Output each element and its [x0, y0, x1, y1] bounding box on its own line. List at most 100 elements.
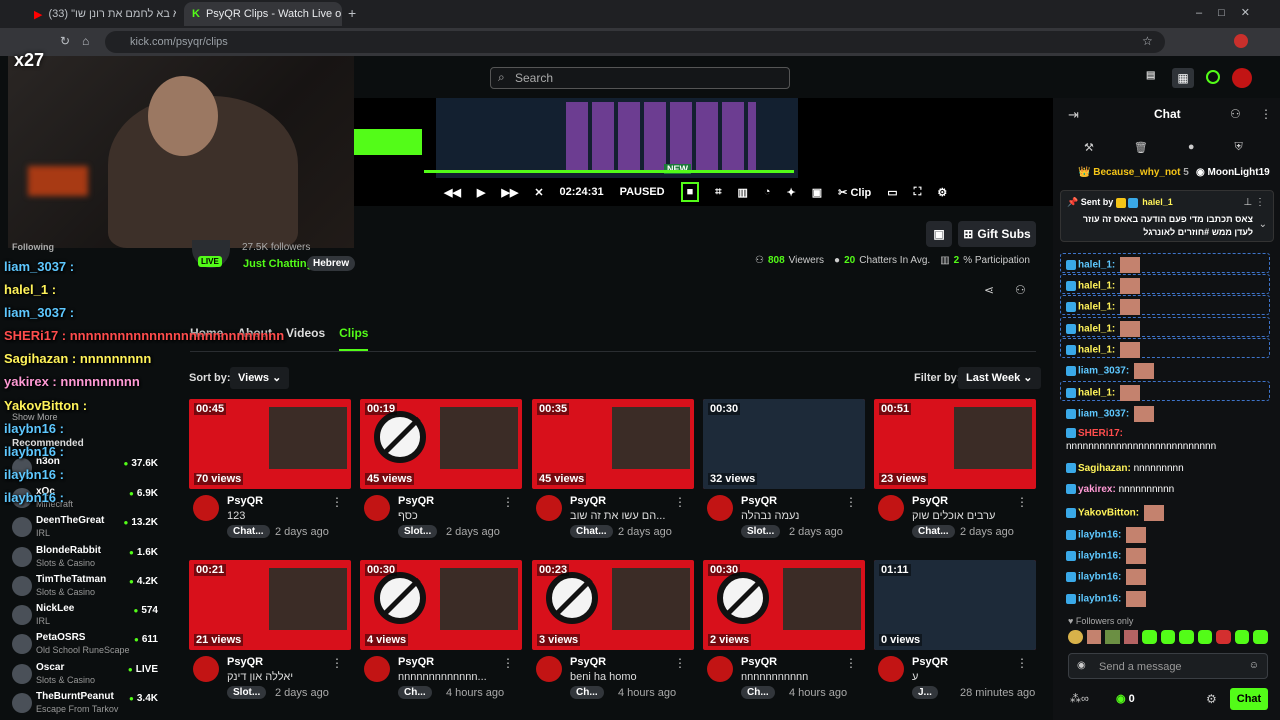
- clip-category[interactable]: Ch...: [398, 686, 432, 699]
- kick-points-icon[interactable]: [1206, 70, 1220, 84]
- chat-menu-icon[interactable]: ⋮: [1260, 107, 1272, 121]
- channel-avatar[interactable]: [878, 656, 904, 682]
- clip-card[interactable]: 00:51 23 views PsyQR ערבים אוכלים שוק Chat..…: [874, 399, 1036, 551]
- clip-channel[interactable]: PsyQR: [912, 656, 948, 668]
- clip-title[interactable]: 123: [227, 510, 245, 522]
- points-display[interactable]: ◉ 0: [1116, 692, 1135, 705]
- recommended-channel[interactable]: Oscar Slots & Casino LIVE: [8, 662, 178, 690]
- chat-message[interactable]: yakirex: nnnnnnnnnn: [1066, 484, 1174, 495]
- recommended-channel[interactable]: TimTheTatman Slots & Casino 4.2K: [8, 574, 178, 602]
- chat-message[interactable]: halel_1:: [1066, 342, 1141, 358]
- clip-category[interactable]: Ch...: [570, 686, 604, 699]
- emote[interactable]: [1253, 630, 1269, 644]
- chat-username[interactable]: YakovBitton:: [1078, 508, 1139, 519]
- clip-title[interactable]: ע: [912, 671, 918, 683]
- channel-avatar[interactable]: [878, 495, 904, 521]
- chat-message[interactable]: liam_3037:: [1066, 363, 1154, 379]
- more-options-icon[interactable]: ⋮: [502, 656, 514, 670]
- top-gifter-1[interactable]: 👑 Because_why_not 5: [1078, 167, 1189, 178]
- clip-thumbnail[interactable]: 00:35 45 views: [532, 399, 694, 489]
- channel-avatar[interactable]: [707, 495, 733, 521]
- clip-card[interactable]: 00:19 45 views PsyQR כסף Slot... 2 days ago ⋮: [360, 399, 522, 551]
- channel-avatar[interactable]: [364, 656, 390, 682]
- pip-icon[interactable]: ▣: [812, 186, 822, 199]
- clip-thumbnail[interactable]: 00:51 23 views: [874, 399, 1036, 489]
- clip-channel[interactable]: PsyQR: [912, 495, 948, 507]
- url-field[interactable]: kick.com/psyqr/clips: [105, 31, 1165, 53]
- more-options-icon[interactable]: ⋮: [845, 495, 857, 509]
- sparkle-icon[interactable]: ✦: [787, 186, 796, 199]
- hammer-icon[interactable]: ⚒: [1084, 141, 1094, 154]
- tab-clips[interactable]: Clips: [339, 326, 369, 351]
- browser-tab-youtube[interactable]: ▶ (33) "הוא בא לחמם את רונן שו ✕: [26, 2, 176, 26]
- channel-avatar[interactable]: [364, 495, 390, 521]
- camera-icon[interactable]: ■: [680, 182, 700, 202]
- clip-thumbnail[interactable]: 00:45 70 views: [189, 399, 351, 489]
- clip-category[interactable]: Chat...: [912, 525, 955, 538]
- chat-username[interactable]: halel_1:: [1078, 260, 1115, 271]
- more-options-icon[interactable]: ⋮: [331, 656, 343, 670]
- chat-message[interactable]: ilaybn16:: [1066, 548, 1147, 564]
- crop-icon[interactable]: ⌗: [715, 186, 721, 199]
- chat-username[interactable]: ilaybn16:: [1078, 594, 1121, 605]
- chat-username[interactable]: halel_1:: [1078, 388, 1115, 399]
- clip-card[interactable]: 00:23 3 views PsyQR beni ha homo Ch... 4 hour…: [532, 560, 694, 712]
- more-options-icon[interactable]: ⋮: [502, 495, 514, 509]
- chat-message[interactable]: ilaybn16:: [1066, 527, 1147, 543]
- layout-icon[interactable]: ▦: [1172, 68, 1194, 88]
- clip-category[interactable]: Ch...: [741, 686, 775, 699]
- clip-title[interactable]: כסף: [398, 510, 418, 522]
- tab-videos[interactable]: Videos: [286, 326, 325, 351]
- theater-icon[interactable]: ▭: [887, 186, 897, 199]
- emote[interactable]: [1068, 630, 1083, 644]
- gift-subs-button[interactable]: ⊞ Gift Subs: [958, 221, 1036, 247]
- clip-title[interactable]: ערבים אוכלים שוק: [912, 510, 995, 522]
- chat-username[interactable]: ilaybn16:: [1078, 530, 1121, 541]
- clip-category[interactable]: Chat...: [570, 525, 613, 538]
- clip-card[interactable]: 01:11 0 views PsyQR ע J... 28 minutes ago ⋮: [874, 560, 1036, 712]
- stats-icon[interactable]: ▥: [737, 186, 747, 199]
- chat-message[interactable]: YakovBitton:: [1066, 505, 1164, 521]
- pin-icon[interactable]: ⊥ ⋮: [1244, 197, 1266, 208]
- clip-category[interactable]: Slot...: [227, 686, 267, 699]
- browser-tab-kick[interactable]: K PsyQR Clips - Watch Live on Ki ✕: [184, 2, 342, 26]
- pinned-message[interactable]: 📌 Sent by halel_1 ⊥ ⋮ צאס תכתבו מדי פעם …: [1060, 190, 1274, 242]
- recommended-channel[interactable]: PetaOSRS Old School RuneScape 611: [8, 632, 178, 660]
- chat-message[interactable]: halel_1:: [1066, 321, 1141, 337]
- more-options-icon[interactable]: ⋮: [1016, 656, 1028, 670]
- clip-channel[interactable]: PsyQR: [741, 656, 777, 668]
- clip-card[interactable]: 00:21 21 views PsyQR יאללה און דינק Slot... 2…: [189, 560, 351, 712]
- user-avatar[interactable]: [1232, 68, 1252, 88]
- chat-username[interactable]: yakirex:: [1078, 484, 1116, 495]
- rewind-icon[interactable]: ◀◀: [444, 186, 461, 199]
- emote[interactable]: [1179, 630, 1194, 644]
- clip-title[interactable]: beni ha homo: [570, 671, 637, 683]
- new-tab-icon[interactable]: +: [348, 5, 356, 21]
- chat-message[interactable]: ilaybn16:: [1066, 591, 1147, 607]
- reload-icon[interactable]: ↻: [60, 34, 70, 48]
- recommended-channel[interactable]: NickLee IRL 574: [8, 603, 178, 631]
- chat-message[interactable]: SHERi17: nnnnnnnnnnnnnnnnnnnnnnnnnnn: [1066, 428, 1216, 452]
- clip-thumbnail[interactable]: 01:11 0 views: [874, 560, 1036, 650]
- chat-settings-gear-icon[interactable]: ⚙: [1206, 692, 1217, 706]
- video-progress-bar[interactable]: [424, 170, 794, 173]
- channel-avatar[interactable]: [193, 656, 219, 682]
- fullscreen-icon[interactable]: ⛶: [914, 186, 922, 199]
- clip-channel[interactable]: PsyQR: [227, 495, 263, 507]
- clip-card[interactable]: 00:30 4 views PsyQR nnnnnnnnnnnnn... Ch... 4 …: [360, 560, 522, 712]
- emote[interactable]: [1216, 630, 1231, 644]
- sort-dropdown[interactable]: Views ⌄: [230, 367, 290, 389]
- shield-icon[interactable]: ⛨: [1235, 141, 1243, 154]
- mute-icon[interactable]: ✕: [534, 186, 543, 199]
- chat-username[interactable]: halel_1:: [1078, 302, 1115, 313]
- channel-avatar[interactable]: [707, 656, 733, 682]
- chat-message[interactable]: halel_1:: [1066, 257, 1141, 273]
- chat-users-icon[interactable]: ⚇: [1230, 107, 1241, 121]
- share-icon[interactable]: ⋖: [984, 283, 994, 297]
- more-options-icon[interactable]: ⋮: [674, 495, 686, 509]
- collapse-chat-icon[interactable]: ⇥: [1068, 107, 1079, 123]
- clip-channel[interactable]: PsyQR: [741, 495, 777, 507]
- speed-icon[interactable]: ◔: [764, 186, 771, 198]
- trash-icon[interactable]: 🗑: [1134, 141, 1148, 154]
- clip-channel[interactable]: PsyQR: [398, 495, 434, 507]
